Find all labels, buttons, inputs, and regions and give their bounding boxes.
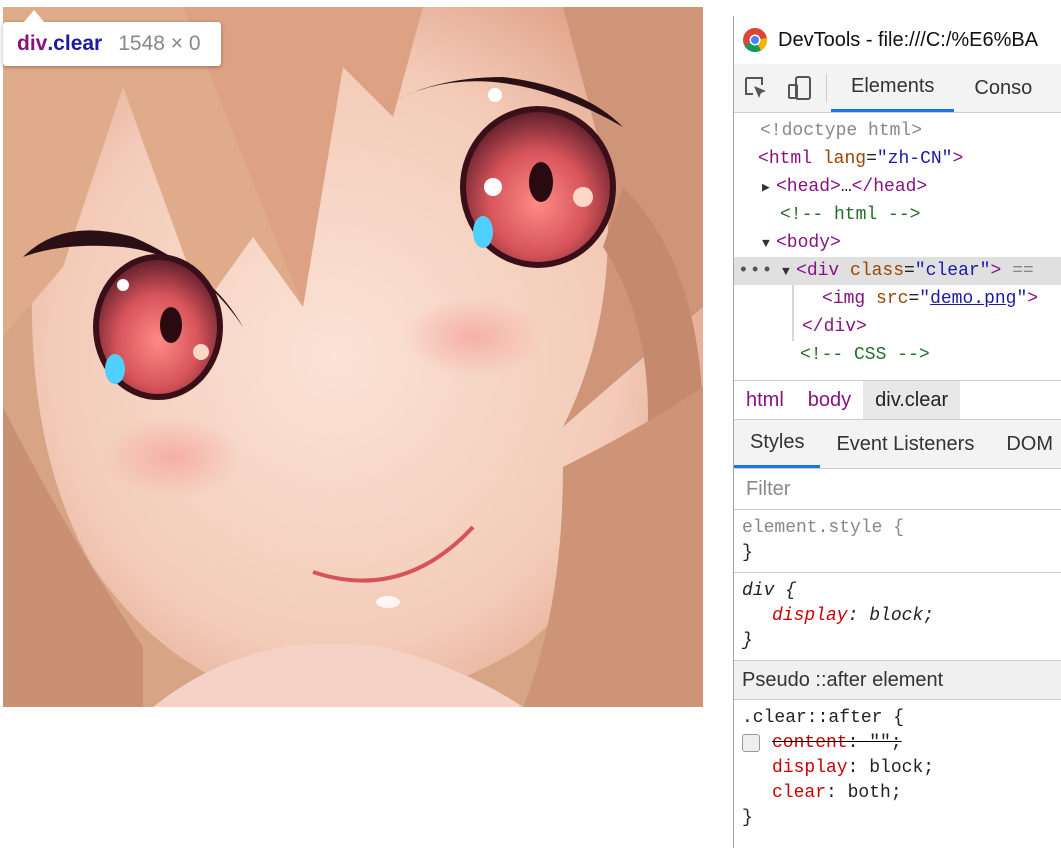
collapse-triangle-icon[interactable]: ▼	[762, 230, 776, 258]
doctype-text: <!doctype html>	[760, 121, 923, 141]
clear-prop-name: clear	[772, 783, 827, 803]
div-rule-property[interactable]: display: block;	[742, 604, 1054, 629]
dom-div-close[interactable]: </div>	[792, 313, 1061, 341]
tooltip-size: 1548 × 0	[118, 32, 201, 55]
dom-html[interactable]: <html lang="zh-CN">	[734, 145, 1061, 173]
tab-dom[interactable]: DOM	[990, 420, 1061, 468]
element-style-close: }	[742, 543, 753, 563]
more-options-icon[interactable]: •••	[738, 257, 773, 285]
anime-image	[3, 7, 703, 707]
div-prop-value: block;	[869, 606, 935, 626]
tab-event-listeners[interactable]: Event Listeners	[820, 420, 990, 468]
elements-tree: <!doctype html> <html lang="zh-CN"> ▶ <he…	[734, 113, 1061, 380]
devtools-title: DevTools - file:///C:/%E6%BA	[778, 28, 1039, 51]
div-rule-close: }	[742, 631, 753, 651]
img-src-link[interactable]: demo.png	[930, 289, 1016, 309]
tooltip-tag: div	[17, 32, 48, 55]
styles-subtabs: Styles Event Listeners DOM	[734, 420, 1061, 469]
breadcrumb-body[interactable]: body	[796, 381, 863, 419]
html-attr-name: lang	[822, 149, 867, 169]
div-close-text: </div>	[802, 317, 867, 337]
rendered-page	[0, 0, 720, 848]
dom-head[interactable]: ▶ <head>…</head>	[734, 173, 1061, 201]
head-open: <head>	[776, 177, 841, 197]
dom-comment-html[interactable]: <!-- html -->	[734, 201, 1061, 229]
pseudo-after-header: Pseudo ::after element	[734, 661, 1061, 700]
div-rule-selector: div {	[742, 581, 797, 601]
tab-console[interactable]: Conso	[954, 64, 1052, 112]
div-attr-value: "clear"	[914, 261, 991, 281]
comment-css-text: <!-- CSS -->	[800, 345, 930, 365]
rule-element-style[interactable]: element.style { }	[734, 510, 1061, 573]
content-prop-name: content	[772, 733, 848, 753]
inspect-tooltip: div .clear 1548 × 0	[3, 22, 221, 66]
prop-display[interactable]: display: block;	[742, 756, 1054, 781]
div-attr-name: class	[850, 261, 905, 281]
dom-div-clear-selected[interactable]: ••• ▼ <div class="clear"> ==	[734, 257, 1061, 285]
img-tag-name: img	[832, 289, 866, 309]
div-prop-name: display	[772, 606, 848, 626]
breadcrumb-div-clear[interactable]: div.clear	[863, 381, 961, 419]
property-checkbox[interactable]	[742, 734, 760, 752]
dom-doctype[interactable]: <!doctype html>	[734, 117, 1061, 145]
head-close: </head>	[851, 177, 928, 197]
display-prop-value: block;	[869, 758, 935, 778]
tab-elements[interactable]: Elements	[831, 64, 955, 112]
toolbar-separator	[826, 74, 827, 102]
prop-content-disabled[interactable]: content: "";	[742, 731, 1054, 756]
element-style-selector: element.style {	[742, 518, 905, 538]
tooltip-class: .clear	[47, 32, 103, 55]
expand-triangle-icon[interactable]: ▶	[762, 174, 776, 202]
collapse-triangle-icon[interactable]: ▼	[782, 258, 796, 286]
display-prop-name: display	[772, 758, 848, 778]
html-attr-value: "zh-CN"	[876, 149, 953, 169]
clear-after-selector: .clear::after {	[742, 708, 905, 728]
clear-prop-value: both;	[847, 783, 902, 803]
inspect-element-icon[interactable]	[734, 64, 778, 112]
dom-body[interactable]: ▼ <body>	[734, 229, 1061, 257]
dom-comment-css[interactable]: <!-- CSS -->	[734, 341, 1061, 369]
div-suffix: ==	[1012, 261, 1034, 281]
comment-html-text: <!-- html -->	[780, 205, 921, 225]
chrome-icon	[743, 28, 768, 53]
rule-div[interactable]: div { display: block; }	[734, 573, 1061, 661]
devtools-toolbar: Elements Conso	[734, 64, 1061, 113]
breadcrumb-html[interactable]: html	[734, 381, 796, 419]
div-tag-name: div	[806, 261, 840, 281]
prop-clear[interactable]: clear: both;	[742, 781, 1054, 806]
device-toolbar-icon[interactable]	[778, 64, 822, 112]
body-open: <body>	[776, 233, 841, 253]
breadcrumb: html body div.clear	[734, 380, 1061, 420]
clear-after-close: }	[742, 808, 753, 828]
tooltip-arrow	[24, 10, 44, 22]
html-tag-name: html	[768, 149, 813, 169]
styles-filter-input[interactable]: Filter	[734, 469, 1061, 510]
devtools-window: DevTools - file:///C:/%E6%BA Elements Co…	[733, 16, 1061, 848]
rule-clear-after[interactable]: .clear::after { content: ""; display: bl…	[734, 700, 1061, 837]
dom-img[interactable]: <img src="demo.png">	[792, 285, 1061, 313]
devtools-titlebar: DevTools - file:///C:/%E6%BA	[734, 16, 1061, 64]
img-attr-name: src	[876, 289, 909, 309]
head-ellipsis: …	[840, 177, 852, 197]
content-prop-value: "";	[869, 733, 902, 753]
tab-styles[interactable]: Styles	[734, 420, 821, 468]
